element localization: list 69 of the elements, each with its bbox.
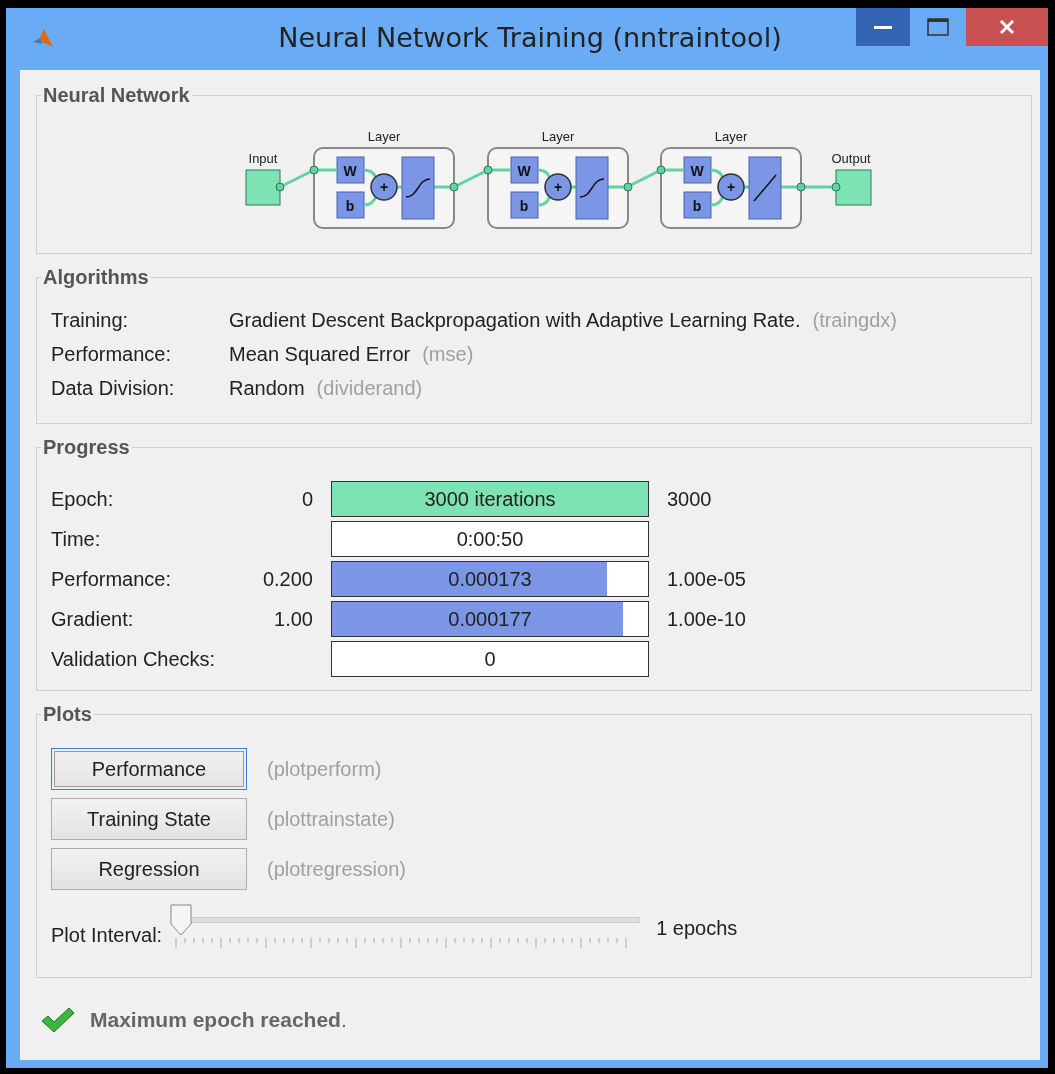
function-name: (plottrainstate): [267, 807, 395, 831]
algorithm-label: Training:: [51, 308, 130, 332]
close-button[interactable]: [966, 8, 1048, 46]
sigmoid-transfer-block: [401, 156, 435, 220]
progress-value: 0.000177: [447, 608, 533, 631]
output-block: [831, 169, 872, 206]
weight-block: W: [336, 156, 365, 184]
slider-thumb[interactable]: [170, 904, 193, 936]
weight-block: W: [683, 156, 712, 184]
algorithm-value: Random: [229, 376, 305, 400]
function-name: (dividerand): [316, 376, 423, 400]
output-label: Output: [831, 151, 871, 166]
min-value: 1.00: [273, 607, 313, 631]
max-value: 1.00e-05: [667, 567, 746, 591]
plot-button[interactable]: Performance: [51, 748, 247, 790]
plot-button[interactable]: Regression: [51, 848, 247, 890]
bias-block: b: [510, 191, 539, 219]
input-node: [483, 165, 493, 175]
output-node: [623, 182, 633, 192]
progress-label: Gradient:: [51, 607, 135, 631]
panel-title: Neural Network: [42, 84, 191, 107]
panel-title: Algorithms: [42, 266, 150, 289]
progress-value: 0.000173: [447, 568, 533, 591]
function-name: (mse): [422, 342, 474, 366]
sum-node: +: [544, 173, 572, 201]
function-name: (plotperform): [267, 757, 382, 781]
output-node: [796, 182, 806, 192]
close-icon: [999, 19, 1015, 35]
input-block: [245, 169, 285, 206]
linear-transfer-block: [748, 156, 782, 220]
layer-label: Layer: [367, 129, 401, 144]
weight-block: W: [510, 156, 539, 184]
algorithm-value: Mean Squared Error: [229, 342, 411, 366]
progress-label: Validation Checks:: [51, 647, 217, 671]
min-value: 0.200: [261, 567, 313, 591]
progress-label: Epoch:: [51, 487, 115, 511]
bias-block: b: [336, 191, 365, 219]
interval-label: Plot Interval:: [51, 923, 163, 947]
maximize-icon: [927, 18, 949, 36]
interval-reading: 1 epochs: [656, 916, 738, 940]
input-node: [309, 165, 319, 175]
status-message: Maximum epoch reached.: [90, 1008, 347, 1032]
minimize-button[interactable]: [856, 8, 910, 46]
algorithm-label: Data Division:: [51, 376, 176, 400]
progress-label: Performance:: [51, 567, 173, 591]
algorithm-value: Gradient Descent Backpropagation with Adaptive Learning Rate.: [229, 308, 801, 332]
plot-button[interactable]: Training State: [51, 798, 247, 840]
function-name: (traingdx): [812, 308, 897, 332]
max-value: 1.00e-10: [667, 607, 746, 631]
algorithm-label: Performance:: [51, 342, 173, 366]
bias-block: b: [683, 191, 712, 219]
checkmark-icon: [40, 1006, 76, 1034]
input-node: [656, 165, 666, 175]
output-node: [449, 182, 459, 192]
progress-label: Time:: [51, 527, 102, 551]
function-name: (plotregression): [267, 857, 406, 881]
sum-node: +: [717, 173, 745, 201]
sigmoid-transfer-block: [575, 156, 609, 220]
progress-value: 3000 iterations: [423, 488, 557, 511]
sum-node: +: [370, 173, 398, 201]
window-title: Neural Network Training (nntraintool): [277, 22, 783, 53]
layer-label: Layer: [541, 129, 575, 144]
panel-title: Progress: [42, 436, 131, 459]
input-label: Input: [248, 151, 278, 166]
minimize-icon: [874, 25, 892, 29]
layer-label: Layer: [714, 129, 748, 144]
max-value: 3000: [667, 487, 712, 511]
panel-title: Plots: [42, 703, 93, 726]
min-value: 0: [300, 487, 313, 511]
